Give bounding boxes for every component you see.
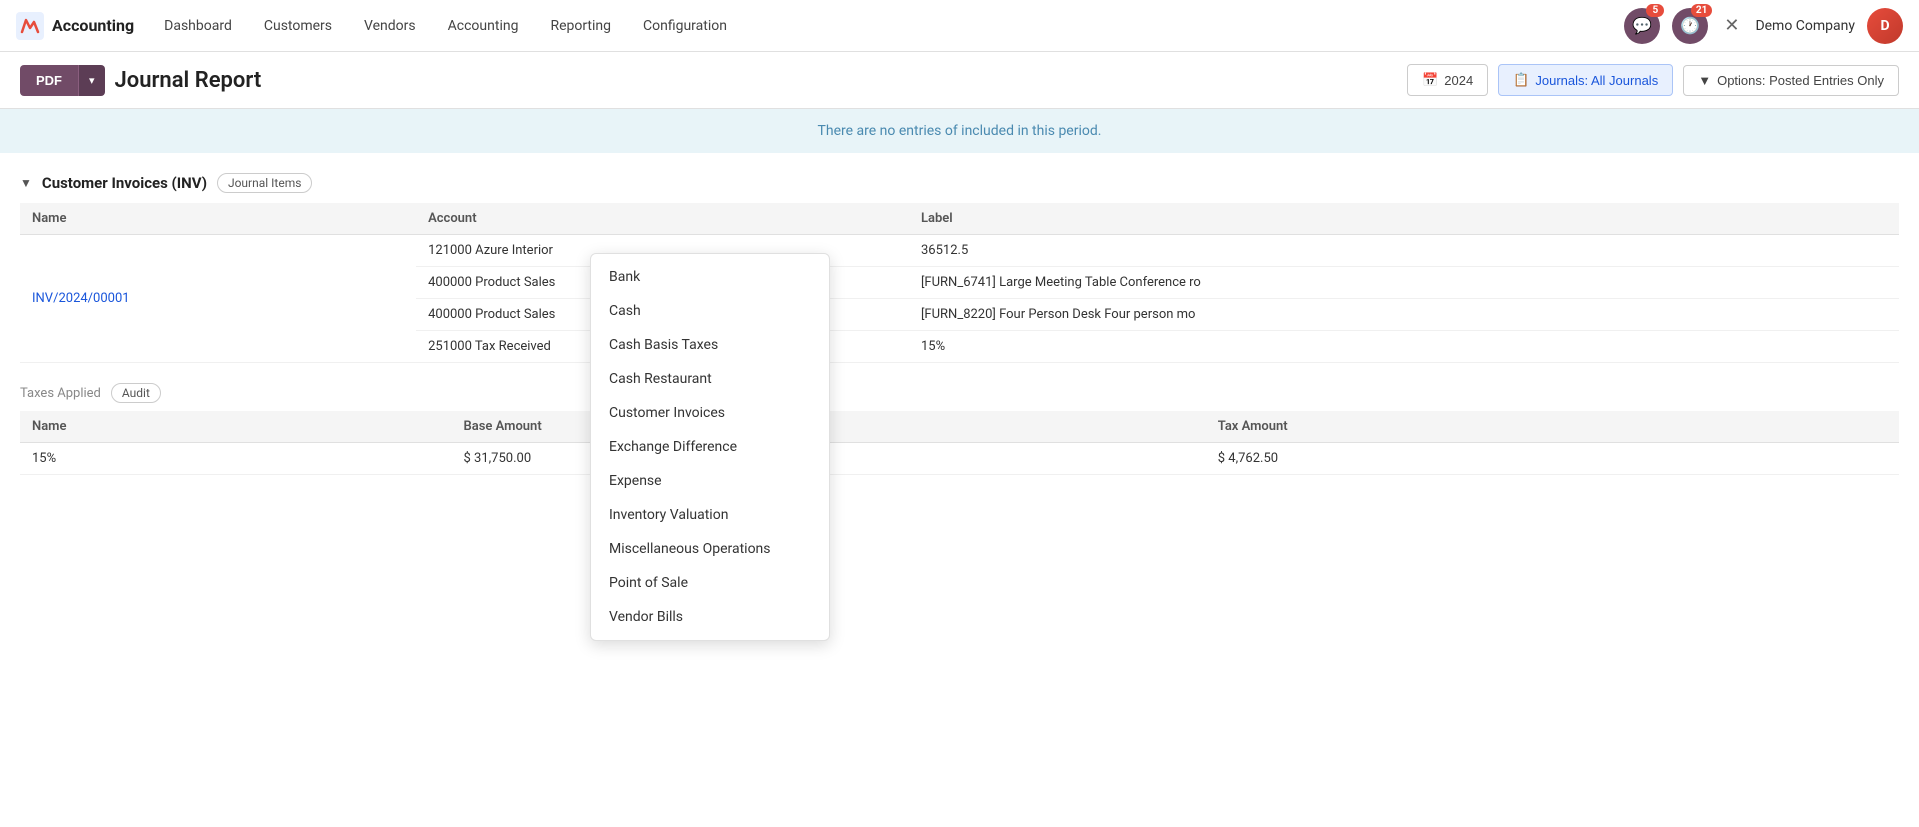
pdf-button[interactable]: PDF [20, 65, 78, 96]
invoices-table: Name Account Label INV/2024/00001 121000… [20, 203, 1899, 363]
col-name: Name [20, 203, 416, 235]
label-4: 15% [909, 331, 1899, 363]
section-toggle[interactable]: ▼ [20, 176, 32, 190]
col-account: Account [416, 203, 909, 235]
messages-button[interactable]: 💬 5 [1624, 8, 1660, 44]
dropdown-item-cash-restaurant[interactable]: Cash Restaurant [591, 362, 829, 396]
pdf-dropdown-button[interactable]: ▾ [78, 65, 105, 96]
nav-accounting[interactable]: Accounting [434, 12, 533, 40]
info-banner: There are no entries of included in this… [0, 109, 1919, 153]
nav-configuration[interactable]: Configuration [629, 12, 741, 40]
chat-icon: 💬 [1632, 16, 1652, 35]
brand[interactable]: Accounting [16, 12, 134, 40]
dropdown-item-point-of-sale[interactable]: Point of Sale [591, 566, 829, 600]
tax-col-name: Name [20, 411, 451, 443]
main-content: ▼ Customer Invoices (INV) Journal Items … [0, 153, 1919, 495]
dropdown-item-cash[interactable]: Cash [591, 294, 829, 328]
brand-icon [16, 12, 44, 40]
nav-dashboard[interactable]: Dashboard [150, 12, 246, 40]
toolbar: PDF ▾ Journal Report 📅 2024 📋 Journals: … [0, 52, 1919, 109]
taxes-applied-label: Taxes Applied [20, 386, 101, 401]
audit-badge[interactable]: Audit [111, 383, 161, 403]
invoice-link[interactable]: INV/2024/00001 [20, 235, 416, 363]
journal-filter-button[interactable]: 📋 Journals: All Journals [1498, 64, 1673, 96]
info-text: There are no entries of included in this… [818, 123, 1102, 139]
dropdown-item-expense[interactable]: Expense [591, 464, 829, 498]
dropdown-item-vendor-bills[interactable]: Vendor Bills [591, 600, 829, 634]
brand-name: Accounting [52, 16, 134, 35]
activity-button[interactable]: 🕐 21 [1672, 8, 1708, 44]
dropdown-item-customer-invoices[interactable]: Customer Invoices [591, 396, 829, 430]
clock-icon: 🕐 [1680, 16, 1700, 35]
journal-filter-label: Journals: All Journals [1535, 73, 1658, 88]
user-avatar[interactable]: D [1867, 8, 1903, 44]
journal-dropdown-menu: Bank Cash Cash Basis Taxes Cash Restaura… [590, 253, 830, 641]
label-3: [FURN_8220] Four Person Desk Four person… [909, 299, 1899, 331]
tax-section-header: Taxes Applied Audit [20, 383, 1899, 403]
messages-badge: 5 [1646, 4, 1664, 17]
table-header-row: Name Account Label [20, 203, 1899, 235]
page-title: Journal Report [115, 68, 262, 93]
tax-amount: $ 4,762.50 [1206, 443, 1899, 475]
tax-name: 15% [20, 443, 451, 475]
label-1: 36512.5 [909, 235, 1899, 267]
tax-row: 15% $ 31,750.00 $ 4,762.50 [20, 443, 1899, 475]
options-filter-button[interactable]: ▼ Options: Posted Entries Only [1683, 65, 1899, 96]
dropdown-item-inventory-valuation[interactable]: Inventory Valuation [591, 498, 829, 532]
tax-header-row: Name Base Amount Tax Amount [20, 411, 1899, 443]
top-nav: Accounting Dashboard Customers Vendors A… [0, 0, 1919, 52]
label-2: [FURN_6741] Large Meeting Table Conferen… [909, 267, 1899, 299]
dropdown-item-cash-basis-taxes[interactable]: Cash Basis Taxes [591, 328, 829, 362]
tax-section: Taxes Applied Audit Name Base Amount Tax… [20, 383, 1899, 475]
section-title: Customer Invoices (INV) [42, 174, 207, 192]
dropdown-item-exchange-difference[interactable]: Exchange Difference [591, 430, 829, 464]
company-name[interactable]: Demo Company [1755, 18, 1855, 34]
date-filter-button[interactable]: 📅 2024 [1407, 64, 1488, 96]
nav-customers[interactable]: Customers [250, 12, 346, 40]
section-header: ▼ Customer Invoices (INV) Journal Items [20, 173, 1899, 193]
nav-right: 💬 5 🕐 21 ✕ Demo Company D [1624, 8, 1903, 44]
dropdown-item-bank[interactable]: Bank [591, 260, 829, 294]
tax-table: Name Base Amount Tax Amount 15% $ 31,750… [20, 411, 1899, 475]
close-icon[interactable]: ✕ [1720, 11, 1743, 40]
nav-reporting[interactable]: Reporting [536, 12, 625, 40]
col-label: Label [909, 203, 1899, 235]
dropdown-item-misc-operations[interactable]: Miscellaneous Operations [591, 532, 829, 566]
filter-icon: ▼ [1698, 73, 1711, 88]
date-filter-label: 2024 [1444, 73, 1473, 88]
options-filter-label: Options: Posted Entries Only [1717, 73, 1884, 88]
table-row: INV/2024/00001 121000 Azure Interior 365… [20, 235, 1899, 267]
tax-col-tax: Tax Amount [1206, 411, 1899, 443]
nav-vendors[interactable]: Vendors [350, 12, 430, 40]
pdf-btn-group: PDF ▾ [20, 65, 105, 96]
calendar-icon: 📅 [1422, 72, 1438, 88]
journal-icon: 📋 [1513, 72, 1529, 88]
journal-items-badge[interactable]: Journal Items [217, 173, 312, 193]
activity-badge: 21 [1691, 4, 1712, 17]
